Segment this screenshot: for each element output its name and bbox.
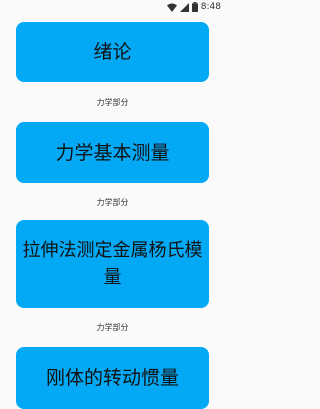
section-label: 力学部分: [96, 323, 129, 332]
status-time: 8:48: [200, 2, 221, 12]
signal-icon: [179, 2, 189, 12]
card-intro[interactable]: 绪论: [16, 22, 209, 82]
section-label: 力学部分: [96, 98, 129, 107]
wifi-icon: [166, 3, 177, 12]
section-label: 力学部分: [96, 198, 129, 207]
experiment-list: 绪论 力学部分 力学基本测量 力学部分 拉伸法测定金属杨氏模量 力学部分 刚体的…: [0, 0, 225, 409]
status-bar: 8:48: [0, 0, 225, 14]
card-title: 力学基本测量: [55, 141, 170, 164]
card-title: 绪论: [93, 41, 132, 63]
card-basic-measurement[interactable]: 力学基本测量: [16, 122, 209, 183]
card-youngs-modulus[interactable]: 拉伸法测定金属杨氏模量: [16, 220, 209, 308]
battery-icon: [191, 2, 198, 12]
card-title: 刚体的转动惯量: [45, 367, 179, 389]
card-title: 拉伸法测定金属杨氏模量: [22, 240, 203, 288]
status-icons: 8:48: [166, 1, 221, 13]
